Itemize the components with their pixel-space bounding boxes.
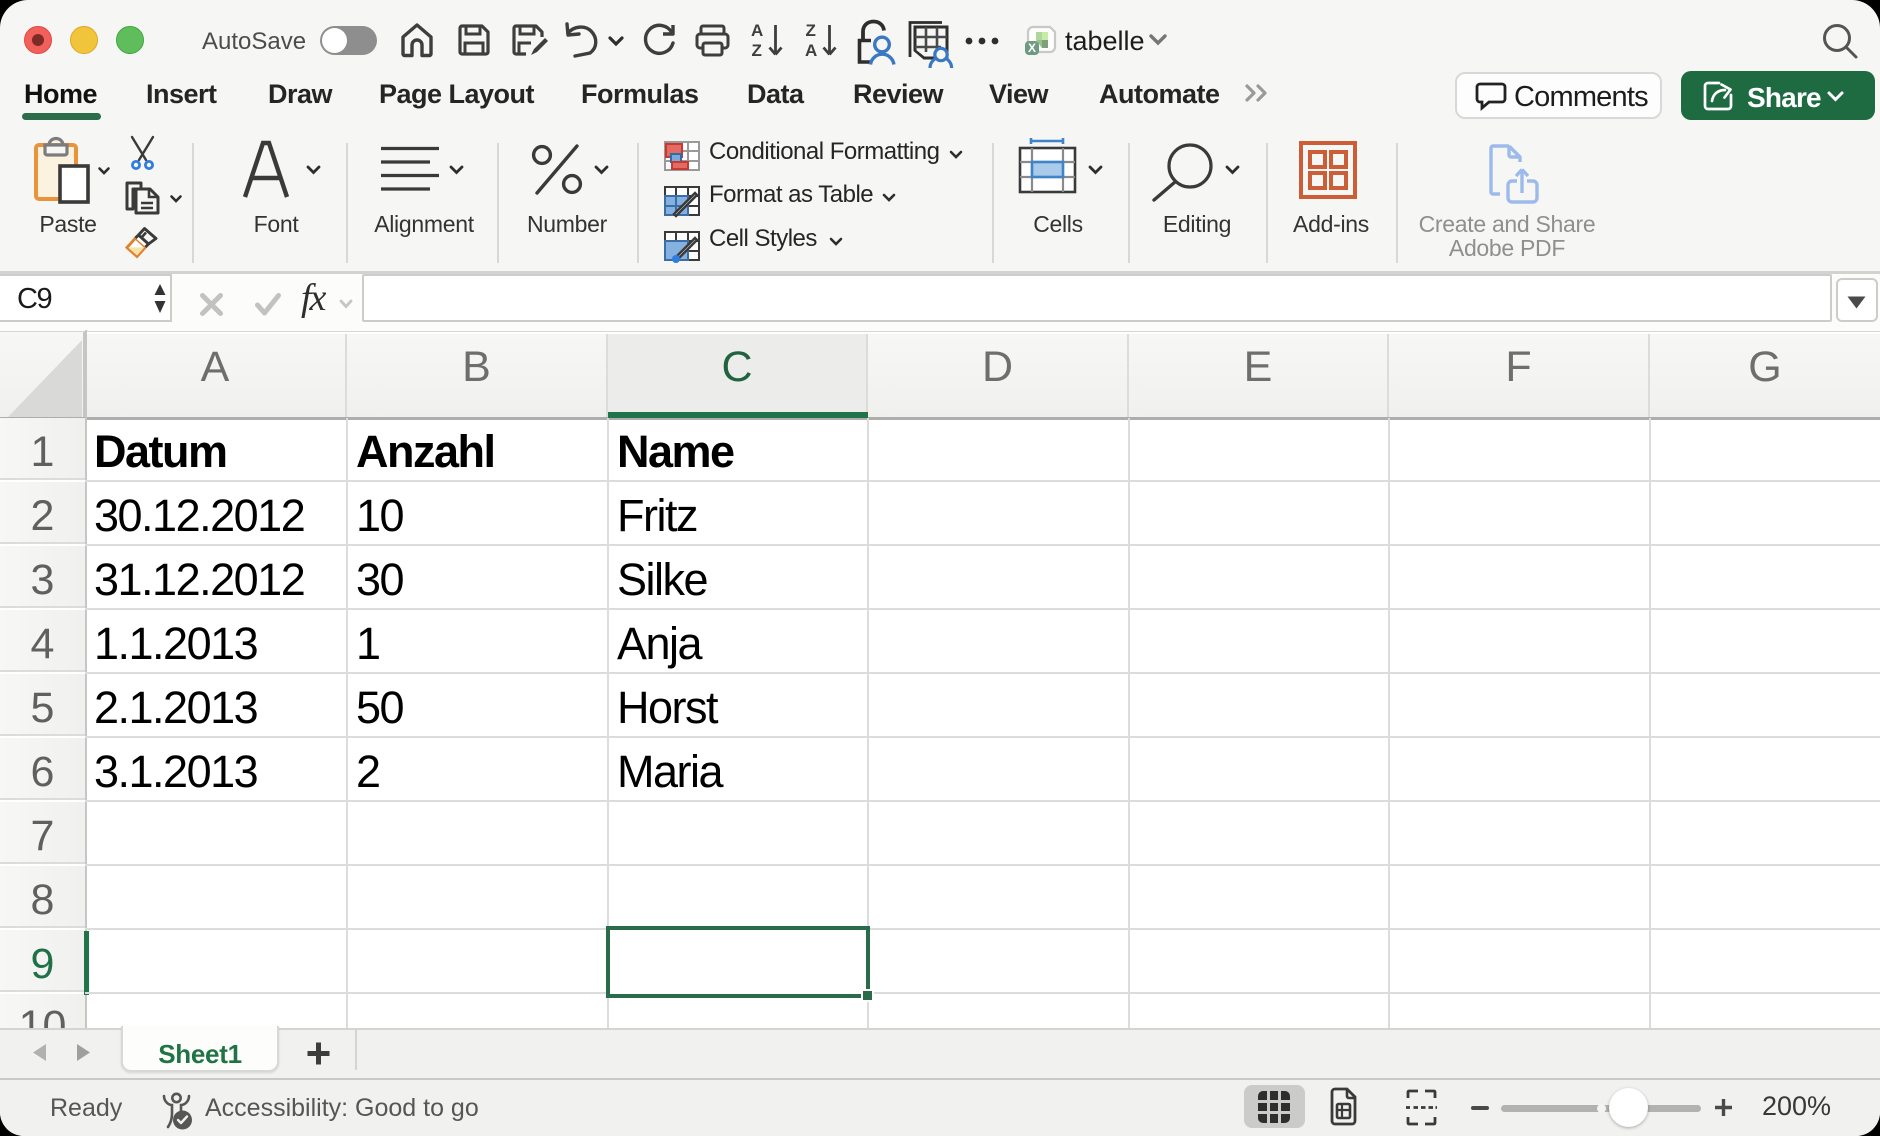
svg-text:A: A — [805, 41, 817, 60]
svg-text:X: X — [1028, 41, 1036, 55]
svg-text:Z: Z — [806, 21, 816, 40]
svg-text:A: A — [751, 21, 763, 40]
svg-text:Z: Z — [752, 41, 762, 60]
